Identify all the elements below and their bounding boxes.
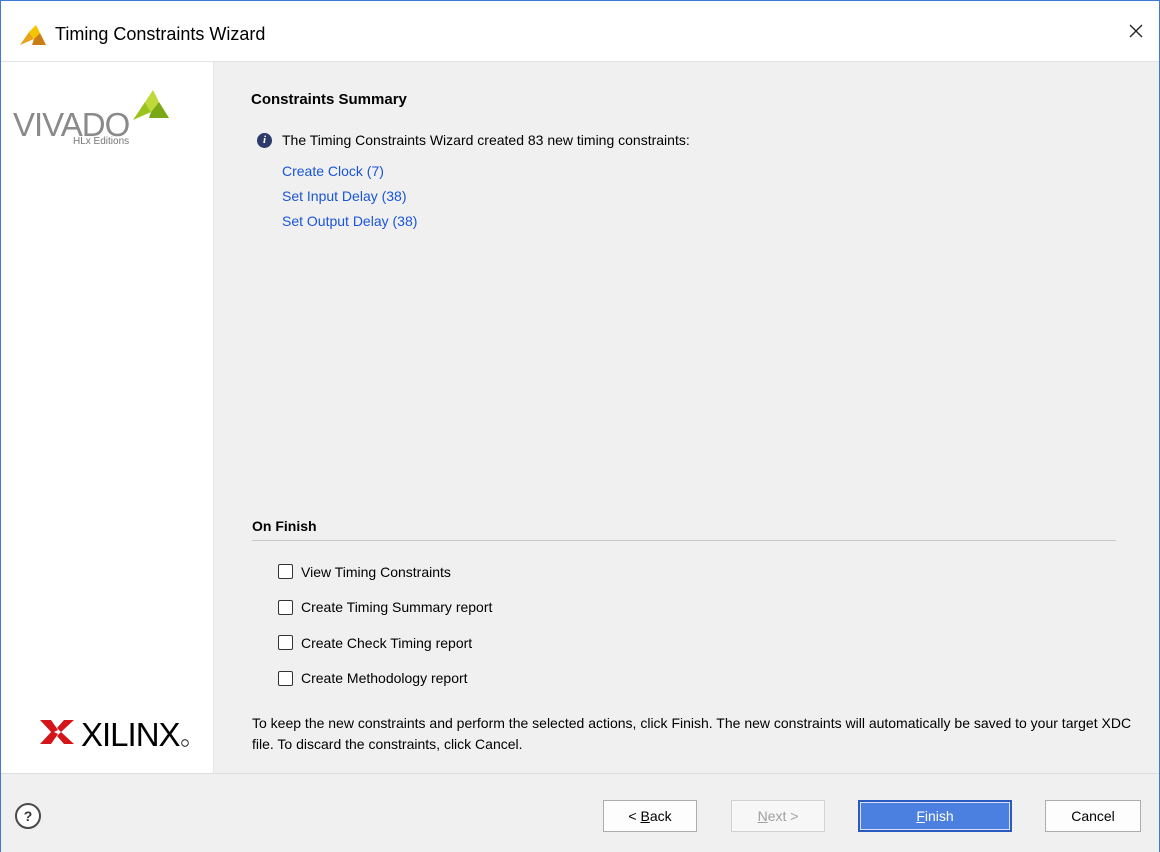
divider (252, 540, 1116, 541)
finish-note: To keep the new constraints and perform … (252, 715, 1132, 752)
wizard-footer: ? < Back Next > Finish Cancel (1, 773, 1159, 852)
finish-mnemonic: F (916, 808, 925, 824)
link-set-output-delay[interactable]: Set Output Delay (38) (282, 209, 417, 234)
back-prefix: < (628, 808, 641, 824)
wizard-window: Timing Constraints Wizard VIVADO HLx Edi… (0, 0, 1160, 852)
info-message: i The Timing Constraints Wizard created … (257, 132, 690, 148)
option-label: Create Check Timing report (301, 634, 473, 651)
help-icon: ? (23, 808, 33, 824)
option-label: View Timing Constraints (301, 563, 451, 580)
option-create-check-timing-report[interactable]: Create Check Timing report (278, 625, 492, 661)
on-finish-heading: On Finish (252, 518, 317, 534)
xilinx-logo-text: XILINX (81, 716, 181, 753)
info-text: The Timing Constraints Wizard created 83… (282, 132, 690, 148)
option-label: Create Methodology report (301, 670, 468, 687)
close-icon (1129, 24, 1143, 38)
finish-suffix: inish (924, 808, 954, 824)
checkbox[interactable] (278, 635, 293, 651)
on-finish-options: View Timing Constraints Create Timing Su… (278, 554, 492, 696)
title-bar: Timing Constraints Wizard (1, 1, 1159, 62)
back-button[interactable]: < Back (603, 800, 697, 832)
xilinx-logo-icon (40, 720, 74, 744)
cancel-button[interactable]: Cancel (1045, 800, 1141, 832)
link-set-input-delay[interactable]: Set Input Delay (38) (282, 184, 417, 209)
constraint-links: Create Clock (7) Set Input Delay (38) Se… (282, 159, 417, 234)
next-suffix: ext > (767, 808, 799, 824)
window-title: Timing Constraints Wizard (55, 24, 266, 44)
option-view-timing-constraints[interactable]: View Timing Constraints (278, 554, 492, 590)
registered-mark-icon (181, 739, 189, 747)
option-label: Create Timing Summary report (301, 599, 493, 616)
option-create-methodology-report[interactable]: Create Methodology report (278, 661, 492, 697)
finish-button[interactable]: Finish (858, 800, 1012, 832)
vivado-logo-subtext: HLx Editions (73, 136, 130, 147)
wizard-content: Constraints Summary i The Timing Constra… (214, 62, 1159, 773)
next-button[interactable]: Next > (731, 800, 825, 832)
next-mnemonic: N (757, 808, 768, 824)
checkbox[interactable] (278, 599, 293, 615)
vivado-logo-icon (133, 90, 169, 120)
back-suffix: ack (649, 808, 672, 824)
back-mnemonic: B (640, 808, 650, 824)
checkbox[interactable] (278, 670, 293, 686)
wizard-sidebar: VIVADO HLx Editions XILINX (1, 62, 214, 773)
help-button[interactable]: ? (15, 803, 41, 829)
checkbox[interactable] (278, 564, 293, 580)
info-icon: i (257, 132, 272, 148)
link-create-clock[interactable]: Create Clock (7) (282, 159, 417, 184)
option-create-timing-summary-report[interactable]: Create Timing Summary report (278, 590, 492, 626)
vivado-app-icon (20, 25, 46, 45)
close-button[interactable] (1113, 1, 1159, 61)
section-title: Constraints Summary (251, 91, 407, 108)
